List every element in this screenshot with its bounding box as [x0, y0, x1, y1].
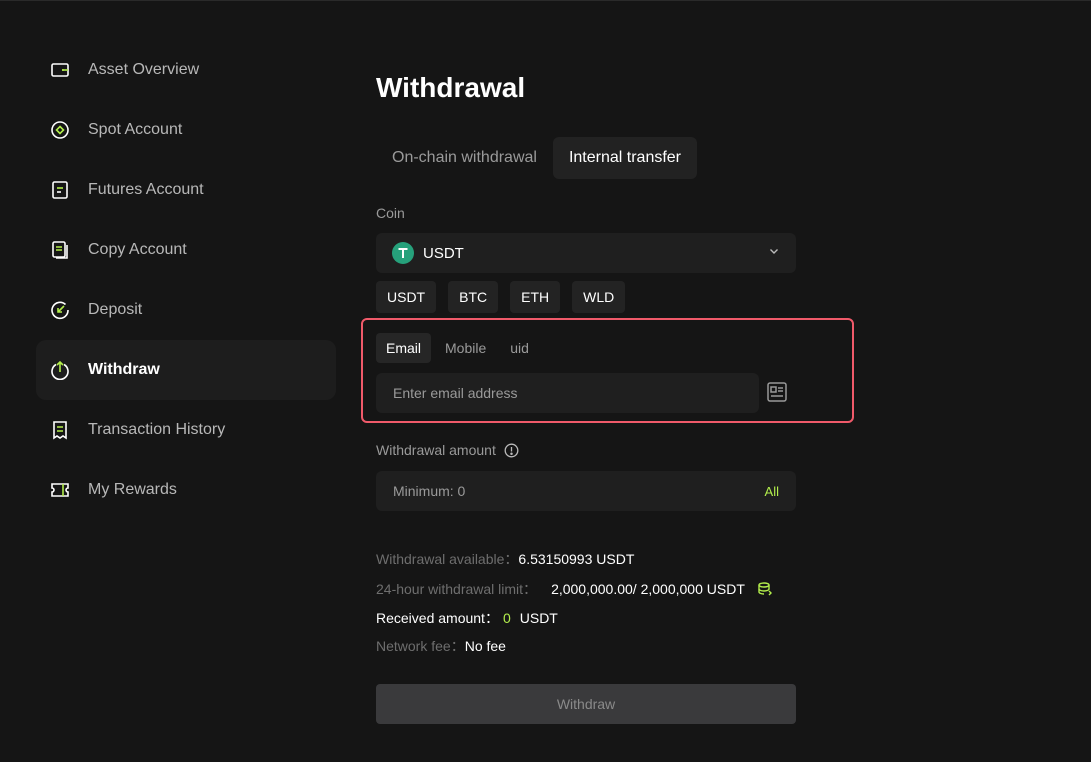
sidebar-item-my-rewards[interactable]: My Rewards: [36, 460, 336, 520]
tether-icon: [392, 242, 414, 264]
limit-value: 2,000,000.00/ 2,000,000 USDT: [551, 581, 745, 597]
withdrawal-limit-row: 24-hour withdrawal limit： 2,000,000.00/ …: [376, 579, 773, 599]
sidebar-item-label: Withdraw: [88, 361, 160, 378]
sidebar-item-label: Spot Account: [88, 121, 183, 138]
sidebar-item-label: Futures Account: [88, 181, 204, 198]
quick-coin-usdt[interactable]: USDT: [376, 281, 437, 313]
coin-label: Coin: [376, 205, 405, 221]
futures-icon: [50, 180, 70, 200]
address-book-icon[interactable]: [766, 381, 788, 403]
withdrawal-tabs: On-chain withdrawal Internal transfer: [376, 137, 698, 179]
tab-internal-transfer[interactable]: Internal transfer: [552, 137, 698, 179]
wallet-icon: [50, 60, 70, 80]
deposit-icon: [50, 300, 70, 320]
rewards-icon: [50, 480, 70, 500]
quick-coin-btc[interactable]: BTC: [448, 281, 499, 313]
fee-value: No fee: [464, 638, 506, 654]
coin-select[interactable]: USDT: [376, 233, 796, 273]
tab-uid[interactable]: uid: [500, 333, 539, 363]
sidebar: Asset Overview Spot Account Futures Acco…: [36, 40, 336, 520]
quick-coin-list: USDT BTC ETH WLD: [376, 281, 626, 313]
amount-field: All: [376, 471, 796, 511]
receipt-icon: [50, 420, 70, 440]
network-fee-row: Network fee： No fee: [376, 636, 506, 656]
copy-icon: [50, 240, 70, 260]
withdraw-button[interactable]: Withdraw: [376, 684, 796, 724]
limit-label: 24-hour withdrawal limit：: [376, 581, 538, 597]
sidebar-item-transaction-history[interactable]: Transaction History: [36, 400, 336, 460]
received-label: Received amount：: [376, 610, 499, 626]
sidebar-item-label: Asset Overview: [88, 61, 200, 78]
available-label: Withdrawal available：: [376, 551, 519, 567]
sidebar-item-label: Copy Account: [88, 241, 187, 258]
withdraw-icon: [50, 360, 70, 380]
sidebar-item-asset-overview[interactable]: Asset Overview: [36, 40, 336, 100]
withdrawal-available-row: Withdrawal available： 6.53150993 USDT: [376, 549, 634, 569]
email-input[interactable]: [376, 373, 759, 413]
received-value: 0: [502, 610, 511, 626]
fee-label: Network fee：: [376, 638, 465, 654]
page-title: Withdrawal: [376, 72, 526, 103]
sidebar-item-label: Deposit: [88, 301, 143, 318]
spot-icon: [50, 120, 70, 140]
available-value: 6.53150993 USDT: [518, 551, 635, 567]
tab-email[interactable]: Email: [376, 333, 432, 363]
sidebar-item-spot-account[interactable]: Spot Account: [36, 100, 336, 160]
info-icon[interactable]: [504, 443, 519, 458]
tab-on-chain-withdrawal[interactable]: On-chain withdrawal: [376, 137, 553, 179]
coin-stack-icon[interactable]: [757, 581, 773, 597]
chevron-down-icon: [768, 244, 780, 262]
sidebar-item-futures-account[interactable]: Futures Account: [36, 160, 336, 220]
all-button[interactable]: All: [765, 471, 779, 511]
quick-coin-wld[interactable]: WLD: [572, 281, 626, 313]
sidebar-item-withdraw[interactable]: Withdraw: [36, 340, 336, 400]
tab-mobile[interactable]: Mobile: [435, 333, 496, 363]
received-amount-row: Received amount： 0 USDT: [376, 608, 558, 628]
sidebar-item-label: Transaction History: [88, 421, 226, 438]
recipient-method-tabs: Email Mobile uid: [376, 333, 539, 363]
amount-input[interactable]: [376, 471, 736, 511]
top-divider: [0, 0, 1091, 1]
quick-coin-eth[interactable]: ETH: [510, 281, 561, 313]
received-unit: USDT: [519, 610, 558, 626]
selected-coin: USDT: [423, 244, 464, 262]
sidebar-item-copy-account[interactable]: Copy Account: [36, 220, 336, 280]
sidebar-item-label: My Rewards: [88, 481, 177, 498]
amount-label: Withdrawal amount: [376, 442, 519, 458]
amount-label-text: Withdrawal amount: [376, 442, 496, 458]
sidebar-item-deposit[interactable]: Deposit: [36, 280, 336, 340]
